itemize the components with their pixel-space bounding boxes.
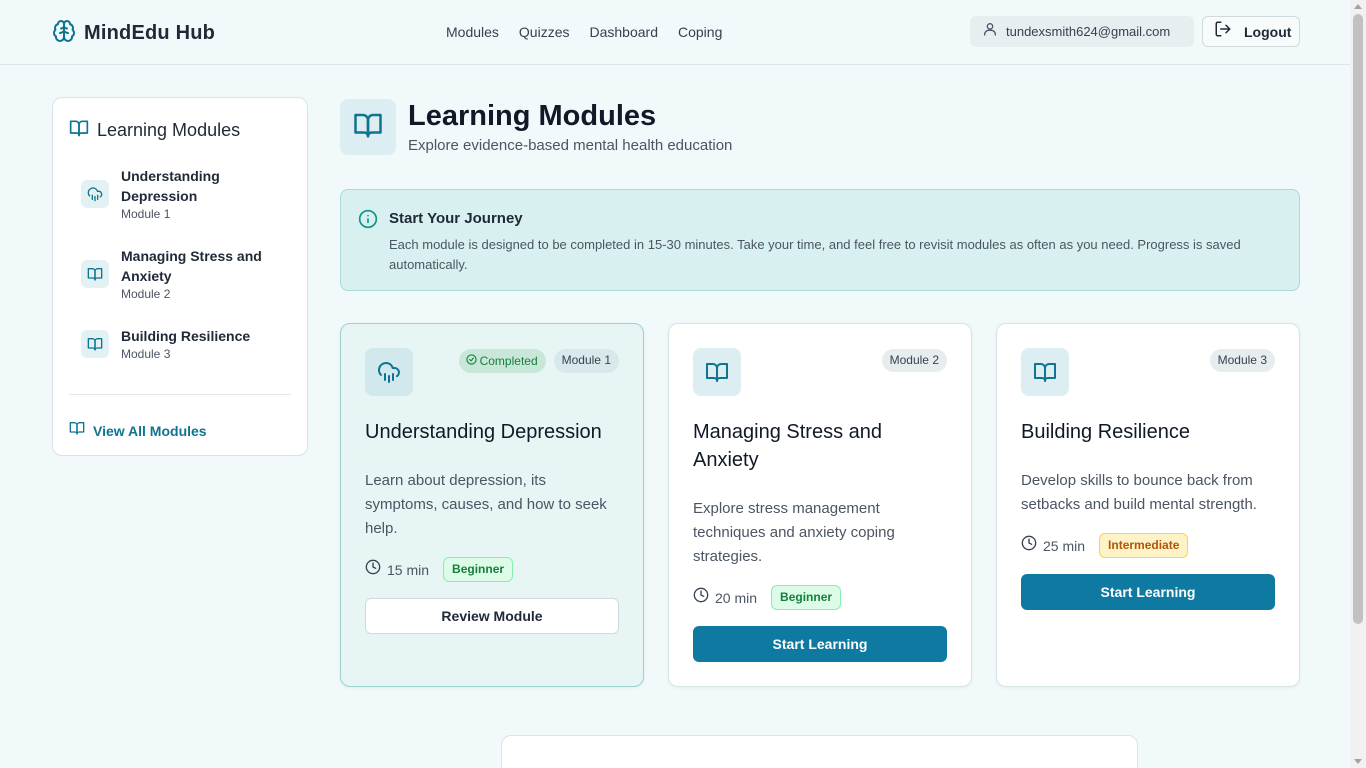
book-open-icon [69,420,85,441]
cloud-rain-icon [81,180,109,208]
module-card-resilience: Module 3 Building Resilience Develop ski… [996,323,1300,687]
card-badges: Completed Module 1 [458,349,619,373]
sidebar-item-title: Building Resilience [121,328,251,344]
nav-modules[interactable]: Modules [436,22,509,42]
modules-sidebar: Learning Modules Understanding Depressio… [52,97,308,456]
card-duration: 20 min [715,589,758,606]
main-nav: Modules Quizzes Dashboard Coping [436,22,732,42]
info-banner: Start Your Journey Each module is design… [340,189,1300,291]
card-title: Understanding Depression [365,421,602,443]
book-open-icon [81,330,109,358]
brain-icon [52,19,76,48]
completed-badge: Completed [458,349,546,373]
sidebar-item-depression[interactable]: Understanding Depression Module 1 [81,166,291,222]
review-module-button[interactable]: Review Module [365,598,619,634]
scroll-thumb[interactable] [1353,14,1363,624]
level-badge: Intermediate [1099,533,1189,558]
card-title: Managing Stress and Anxiety [693,421,883,471]
sidebar-header: Learning Modules [69,118,240,143]
banner-title: Start Your Journey [389,210,523,227]
logout-button[interactable]: Logout [1202,16,1300,47]
page-subtitle: Explore evidence-based mental health edu… [408,137,733,154]
card-badges: Module 2 [881,349,947,372]
sidebar-item-title: Understanding Depression [121,168,220,204]
card-description: Develop skills to bounce back from setba… [1021,472,1257,513]
card-meta: 20 min Beginner [693,585,842,610]
book-open-icon [69,118,89,143]
card-meta: 15 min Beginner [365,557,514,582]
sidebar-item-stress[interactable]: Managing Stress and Anxiety Module 2 [81,246,291,302]
brand[interactable]: MindEdu Hub [52,19,215,48]
logout-label: Logout [1244,23,1292,40]
info-icon [358,209,378,234]
card-description: Explore stress management techniques and… [693,500,895,565]
module-card-stress: Module 2 Managing Stress and Anxiety Exp… [668,323,972,687]
clock-icon [365,559,381,580]
nav-quizzes[interactable]: Quizzes [509,22,580,42]
book-open-icon [353,110,383,145]
module-card-depression: Completed Module 1 Understanding Depress… [340,323,644,687]
sidebar-title: Learning Modules [97,120,241,140]
level-badge: Beginner [443,557,514,582]
top-header: MindEdu Hub Modules Quizzes Dashboard Co… [0,0,1350,65]
module-badge: Module 2 [881,349,947,372]
scroll-up-arrow-icon[interactable] [1354,4,1362,9]
clock-icon [1021,535,1037,556]
module-badge: Module 1 [553,349,619,373]
nav-dashboard[interactable]: Dashboard [580,22,669,42]
card-badges: Module 3 [1209,349,1275,372]
sidebar-item-subtitle: Module 3 [121,347,171,361]
user-email: tundexsmith624@gmail.com [1006,24,1171,39]
card-description: Learn about depression, its symptoms, ca… [365,472,607,537]
card-duration: 15 min [387,561,430,578]
scroll-down-arrow-icon[interactable] [1354,759,1362,764]
sidebar-item-title: Managing Stress and Anxiety [121,248,262,284]
book-open-icon [81,260,109,288]
bottom-section-card [501,735,1138,768]
brand-name: MindEdu Hub [84,22,216,44]
sidebar-item-resilience[interactable]: Building Resilience Module 3 [81,326,291,362]
level-badge: Beginner [771,585,842,610]
start-learning-button[interactable]: Start Learning [1021,574,1275,610]
page-icon [340,99,396,155]
book-open-icon [693,348,741,396]
user-account[interactable]: tundexsmith624@gmail.com [970,16,1194,47]
view-all-modules-link[interactable]: View All Modules [69,420,207,441]
module-badge: Module 3 [1209,349,1275,372]
banner-text: Each module is designed to be completed … [389,237,1241,272]
sidebar-item-subtitle: Module 2 [121,287,171,301]
clock-icon [693,587,709,608]
sidebar-divider [69,394,291,395]
user-icon [982,21,998,42]
view-all-label: View All Modules [93,422,207,439]
card-duration: 25 min [1043,537,1086,554]
card-meta: 25 min Intermediate [1021,533,1189,558]
nav-coping[interactable]: Coping [668,22,732,42]
book-open-icon [1021,348,1069,396]
completed-label: Completed [479,353,538,368]
logout-icon [1214,20,1232,43]
start-learning-button[interactable]: Start Learning [693,626,947,662]
check-circle-icon [465,354,477,368]
sidebar-item-subtitle: Module 1 [121,207,171,221]
card-title: Building Resilience [1021,421,1190,443]
page-title: Learning Modules [408,100,657,132]
cloud-rain-icon [365,348,413,396]
page-scrollbar[interactable] [1350,0,1366,768]
